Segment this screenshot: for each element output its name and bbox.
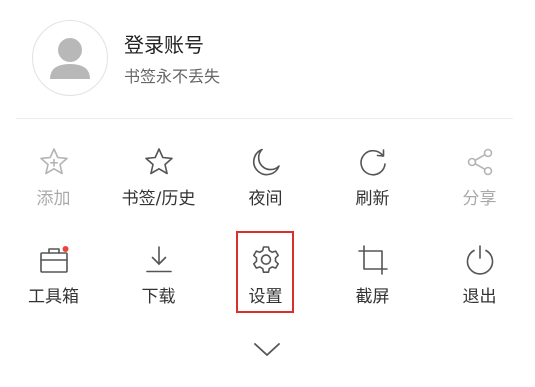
gear-icon — [249, 243, 283, 277]
star-icon — [142, 145, 176, 179]
star-plus-icon — [37, 145, 71, 179]
menu-row-2: 工具箱 下载 设置 截屏 退出 — [0, 233, 535, 323]
night-mode-label: 夜间 — [248, 189, 283, 209]
moon-icon — [249, 145, 283, 179]
login-subtitle: 书签永不丢失 — [124, 67, 221, 86]
settings-button[interactable]: 设置 — [212, 233, 319, 323]
screenshot-button[interactable]: 截屏 — [319, 233, 426, 323]
bookmarks-history-button[interactable]: 书签/历史 — [105, 135, 212, 225]
toolbox-icon — [37, 243, 71, 277]
download-label: 下载 — [141, 287, 176, 307]
account-header[interactable]: 登录账号 书签永不丢失 — [0, 0, 535, 118]
menu-row-1: 添加 书签/历史 夜间 刷新 分享 — [0, 135, 535, 225]
share-button[interactable]: 分享 — [426, 135, 533, 225]
settings-label: 设置 — [248, 287, 283, 307]
toolbox-button[interactable]: 工具箱 — [0, 233, 107, 323]
chevron-down-icon — [254, 343, 280, 356]
night-mode-button[interactable]: 夜间 — [212, 135, 319, 225]
exit-label: 退出 — [462, 287, 497, 307]
bookmarks-history-label: 书签/历史 — [121, 189, 196, 209]
power-icon — [463, 243, 497, 277]
screenshot-label: 截屏 — [355, 287, 390, 307]
refresh-label: 刷新 — [355, 189, 390, 209]
add-bookmark-button[interactable]: 添加 — [0, 135, 107, 225]
exit-button[interactable]: 退出 — [426, 233, 533, 323]
share-label: 分享 — [462, 189, 497, 209]
crop-icon — [356, 243, 390, 277]
collapse-menu-button[interactable] — [247, 335, 287, 365]
refresh-icon — [356, 145, 390, 179]
refresh-button[interactable]: 刷新 — [319, 135, 426, 225]
download-button[interactable]: 下载 — [105, 233, 212, 323]
login-title[interactable]: 登录账号 — [124, 32, 204, 58]
toolbox-label: 工具箱 — [28, 287, 79, 307]
add-label: 添加 — [36, 189, 71, 209]
share-icon — [463, 145, 497, 179]
download-icon — [142, 243, 176, 277]
divider — [16, 118, 513, 119]
avatar-icon[interactable] — [32, 20, 108, 96]
